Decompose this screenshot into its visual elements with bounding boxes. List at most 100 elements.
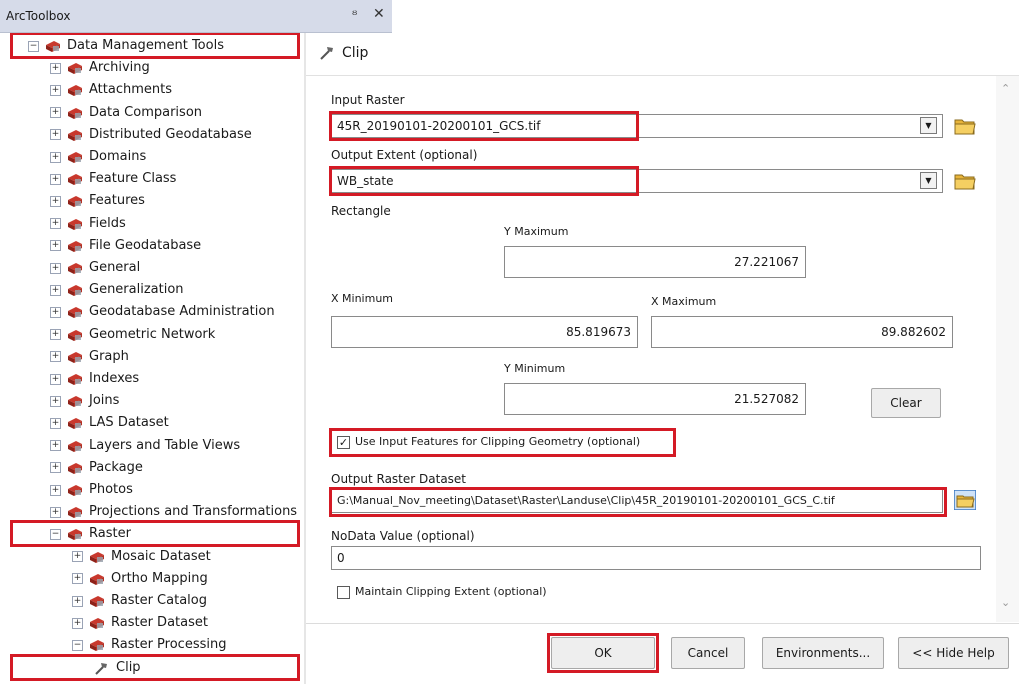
- expand-icon[interactable]: +: [50, 329, 61, 341]
- tree-item[interactable]: + Raster Dataset: [72, 612, 208, 634]
- pin-icon[interactable]: ᴽ: [352, 8, 357, 22]
- tree-item-label: Distributed Geodatabase: [89, 126, 252, 142]
- tree-item[interactable]: + Photos: [50, 479, 133, 501]
- chevron-down-icon[interactable]: ▼: [920, 172, 937, 189]
- tree-item[interactable]: + Geodatabase Administration: [50, 301, 275, 323]
- maintain-extent-label: Maintain Clipping Extent (optional): [355, 585, 547, 598]
- toolbox-icon: [68, 418, 82, 430]
- tree-item[interactable]: + Domains: [50, 146, 146, 168]
- toolbox-icon: [68, 263, 82, 274]
- expand-icon[interactable]: +: [50, 306, 61, 318]
- toolbox-icon: [68, 174, 82, 186]
- collapse-icon[interactable]: −: [72, 639, 83, 651]
- clear-button[interactable]: Clear: [871, 388, 941, 418]
- expand-icon[interactable]: +: [50, 506, 61, 518]
- expand-icon[interactable]: +: [50, 218, 61, 230]
- expand-icon[interactable]: +: [72, 595, 83, 607]
- tree-item[interactable]: + File Geodatabase: [50, 235, 201, 257]
- input-raster-highlight: [329, 111, 639, 141]
- tree-item-label: Graph: [89, 348, 129, 364]
- tree-item[interactable]: + LAS Dataset: [50, 412, 169, 434]
- expand-icon[interactable]: +: [50, 240, 61, 252]
- tree-item[interactable]: + Archiving: [50, 57, 150, 79]
- folder-icon[interactable]: [954, 490, 976, 510]
- tree-item[interactable]: + General: [50, 257, 140, 279]
- xmin-field[interactable]: 85.819673: [331, 316, 638, 348]
- tree-item[interactable]: + Graph: [50, 346, 129, 368]
- ymax-field[interactable]: 27.221067: [504, 246, 806, 278]
- expand-icon[interactable]: +: [50, 129, 61, 141]
- vertical-scrollbar[interactable]: ⌃ ⌄: [996, 76, 1019, 622]
- hammer-icon: [320, 47, 333, 60]
- tree-item[interactable]: + Features: [50, 190, 145, 212]
- folder-icon[interactable]: [954, 116, 976, 136]
- tree-item[interactable]: + Raster Catalog: [72, 590, 207, 612]
- ymin-field[interactable]: 21.527082: [504, 383, 806, 415]
- tree-item-label: Fields: [89, 215, 126, 231]
- cancel-button[interactable]: Cancel: [671, 637, 745, 669]
- folder-icon[interactable]: [954, 171, 976, 191]
- tree-highlight: [10, 33, 300, 59]
- expand-icon[interactable]: +: [50, 440, 61, 452]
- tree-item[interactable]: + Generalization: [50, 279, 184, 301]
- expand-icon[interactable]: +: [72, 573, 83, 585]
- toolbox-icon: [68, 440, 82, 452]
- chevron-up-icon[interactable]: ⌃: [1001, 82, 1010, 95]
- expand-icon[interactable]: +: [50, 462, 61, 474]
- tree-item-label: Raster Catalog: [111, 593, 207, 608]
- tree-item[interactable]: + Geometric Network: [50, 324, 215, 346]
- expand-icon[interactable]: +: [50, 62, 61, 74]
- expand-icon[interactable]: +: [50, 395, 61, 407]
- tree-item[interactable]: + Data Comparison: [50, 102, 202, 124]
- expand-icon[interactable]: +: [50, 151, 61, 163]
- tree-item-label: Attachments: [89, 82, 172, 98]
- toolbox-icon: [68, 507, 82, 519]
- ymax-label: Y Maximum: [504, 225, 569, 238]
- tree-item[interactable]: + Joins: [50, 390, 119, 412]
- expand-icon[interactable]: +: [50, 417, 61, 429]
- hide-help-button[interactable]: << Hide Help: [898, 637, 1009, 669]
- ok-highlight: [547, 633, 659, 673]
- expand-icon[interactable]: +: [50, 351, 61, 363]
- tree-item[interactable]: + Attachments: [50, 79, 172, 101]
- tree-item[interactable]: + Package: [50, 457, 143, 479]
- close-icon[interactable]: ✕: [373, 6, 385, 22]
- tree-item[interactable]: + Mosaic Dataset: [72, 546, 211, 568]
- maintain-extent-checkbox[interactable]: [337, 586, 350, 599]
- tree-item[interactable]: + Ortho Mapping: [72, 568, 208, 590]
- expand-icon[interactable]: +: [50, 84, 61, 96]
- clip-form: Input Raster 45R_20190101-20200101_GCS.t…: [306, 76, 996, 622]
- tree-item-label: Raster Dataset: [111, 615, 208, 631]
- nodata-field[interactable]: 0: [331, 546, 981, 570]
- toolbox-icon: [68, 107, 82, 119]
- toolbox-icon: [68, 396, 82, 408]
- output-raster-label: Output Raster Dataset: [331, 472, 467, 486]
- toolbox-icon: [90, 573, 104, 585]
- tree-item[interactable]: + Distributed Geodatabase: [50, 124, 252, 146]
- expand-icon[interactable]: +: [50, 262, 61, 274]
- expand-icon[interactable]: +: [72, 617, 83, 629]
- tree-item-label: Ortho Mapping: [111, 570, 208, 586]
- expand-icon[interactable]: +: [50, 484, 61, 496]
- xmin-label: X Minimum: [331, 292, 394, 305]
- expand-icon[interactable]: +: [50, 173, 61, 185]
- expand-icon[interactable]: +: [50, 284, 61, 296]
- tree-item[interactable]: + Indexes: [50, 368, 139, 390]
- expand-icon[interactable]: +: [72, 551, 83, 563]
- tree-item[interactable]: + Layers and Table Views: [50, 435, 240, 457]
- tree-item-label: Photos: [89, 482, 133, 497]
- chevron-down-icon[interactable]: ⌄: [1001, 596, 1010, 609]
- toolbox-icon: [90, 596, 104, 607]
- tree-item[interactable]: + Fields: [50, 213, 126, 235]
- environments-button[interactable]: Environments...: [762, 637, 884, 669]
- xmax-field[interactable]: 89.882602: [651, 316, 953, 348]
- expand-icon[interactable]: +: [50, 195, 61, 207]
- tree-item-label: General: [89, 260, 141, 275]
- tree-item[interactable]: + Feature Class: [50, 168, 176, 190]
- chevron-down-icon[interactable]: ▼: [920, 117, 937, 134]
- expand-icon[interactable]: +: [50, 373, 61, 385]
- expand-icon[interactable]: +: [50, 107, 61, 119]
- tree-item-label: Indexes: [89, 371, 140, 386]
- toolbox-icon: [68, 85, 82, 97]
- tree-item-label: Generalization: [89, 282, 184, 298]
